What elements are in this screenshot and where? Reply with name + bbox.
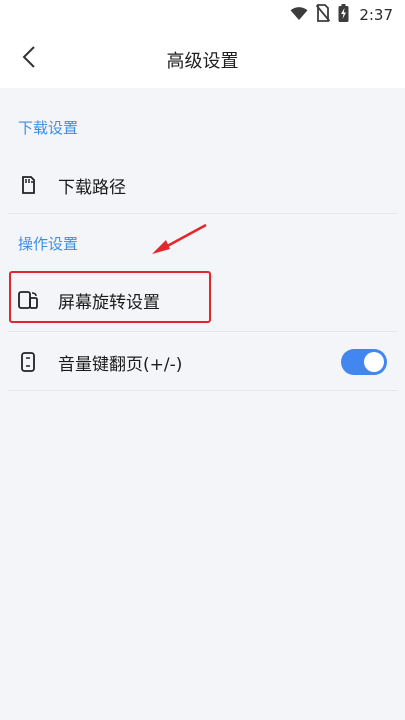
status-bar: 2:37: [0, 0, 405, 30]
sd-card-icon: [18, 175, 38, 195]
volume-key-paging-toggle[interactable]: [341, 349, 387, 375]
status-time: 2:37: [359, 6, 393, 24]
status-icons: 2:37: [290, 4, 393, 26]
section-label-operation: 操作设置: [18, 235, 79, 253]
no-sim-icon: [316, 4, 331, 26]
divider: [8, 213, 397, 214]
settings-item-label: 下载路径: [58, 177, 126, 198]
settings-item-download-path[interactable]: 下载路径: [0, 157, 405, 213]
phone-volume-icon: [18, 352, 38, 372]
divider: [8, 390, 397, 391]
toggle-knob: [364, 352, 384, 372]
settings-item-label: 音量键翻页(+/-): [58, 354, 183, 375]
header: 高级设置: [0, 30, 405, 88]
divider: [8, 331, 397, 332]
page-title: 高级设置: [166, 51, 239, 72]
annotation-highlight-box: [9, 271, 211, 323]
wifi-icon: [290, 6, 308, 25]
battery-charging-icon: [338, 4, 349, 26]
settings-item-volume-key-paging[interactable]: 音量键翻页(+/-): [0, 334, 405, 390]
section-label-download: 下载设置: [18, 119, 79, 137]
annotation-arrow-icon: [152, 223, 207, 254]
